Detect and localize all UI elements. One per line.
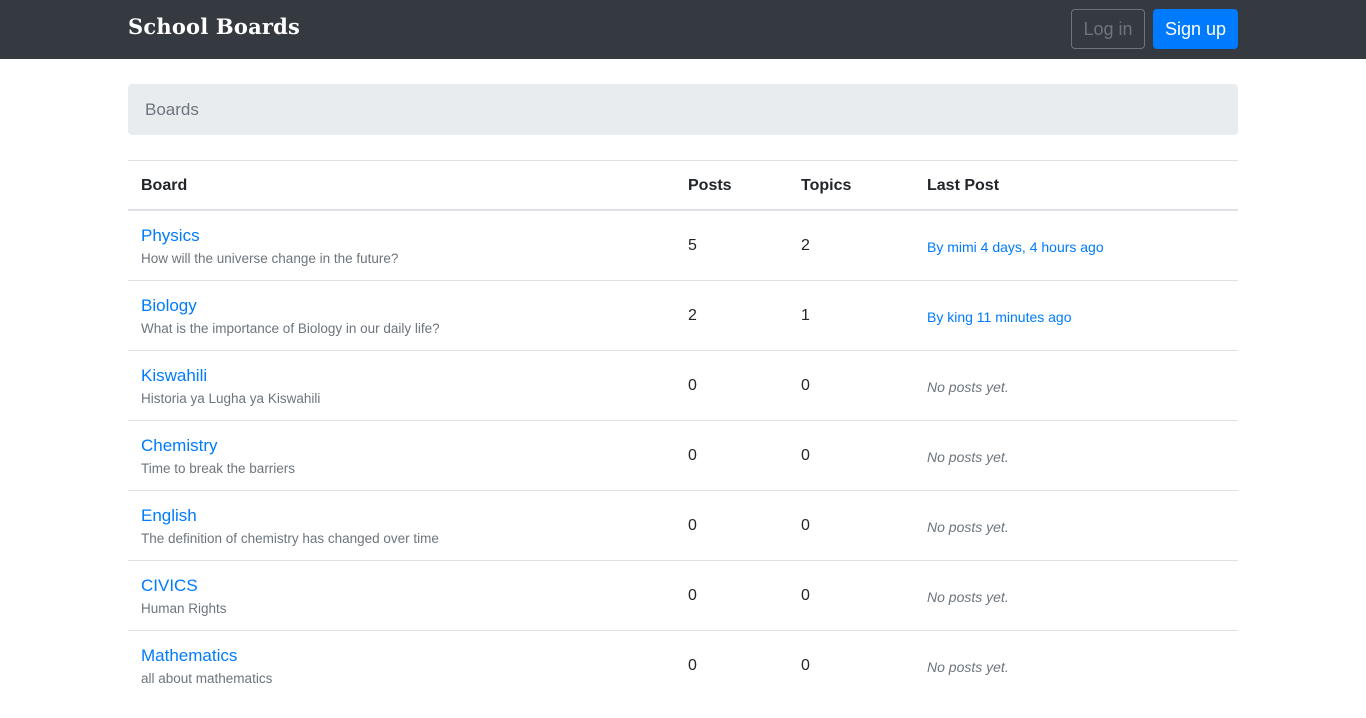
- header-board: Board: [141, 177, 188, 194]
- signup-button[interactable]: Sign up: [1153, 9, 1238, 49]
- posts-count: 0: [688, 657, 697, 674]
- board-cell: Mathematics all about mathematics: [141, 646, 272, 686]
- header-last-post: Last Post: [927, 177, 1000, 194]
- board-cell: Chemistry Time to break the barriers: [141, 436, 295, 476]
- table-row: Biology What is the importance of Biology…: [128, 281, 1238, 351]
- topics-count: 1: [801, 307, 810, 324]
- posts-count: 0: [688, 517, 697, 534]
- no-posts-text: No posts yet.: [927, 519, 1009, 535]
- board-link[interactable]: Mathematics: [141, 646, 272, 666]
- brand-logo[interactable]: School Boards: [128, 14, 300, 39]
- board-cell: Physics How will the universe change in t…: [141, 226, 398, 266]
- topics-count: 0: [801, 657, 810, 674]
- posts-count: 0: [688, 587, 697, 604]
- board-link[interactable]: Biology: [141, 296, 440, 316]
- posts-count: 5: [688, 237, 697, 254]
- board-description: Time to break the barriers: [141, 461, 296, 476]
- board-link[interactable]: CIVICS: [141, 576, 227, 596]
- last-post-link[interactable]: By mimi 4 days, 4 hours ago: [927, 239, 1104, 255]
- header-topics: Topics: [801, 177, 852, 194]
- board-description: Human Rights: [141, 601, 227, 616]
- table-header: Board Posts Topics Last Post: [128, 160, 1238, 211]
- topics-count: 0: [801, 587, 810, 604]
- breadcrumb: Boards: [128, 84, 1238, 135]
- last-post-link[interactable]: By king 11 minutes ago: [927, 309, 1072, 325]
- header-posts: Posts: [688, 177, 732, 194]
- posts-count: 0: [688, 377, 697, 394]
- board-link[interactable]: Physics: [141, 226, 398, 246]
- posts-count: 2: [688, 307, 697, 324]
- posts-count: 0: [688, 447, 697, 464]
- board-cell: Kiswahili Historia ya Lugha ya Kiswahili: [141, 366, 320, 406]
- table-row: CIVICS Human Rights 0 0 No posts yet.: [128, 561, 1238, 631]
- board-link[interactable]: Chemistry: [141, 436, 295, 456]
- table-row: Mathematics all about mathematics 0 0 No pos…: [128, 631, 1238, 701]
- no-posts-text: No posts yet.: [927, 589, 1009, 605]
- board-link[interactable]: English: [141, 506, 439, 526]
- board-description: The definition of chemistry has changed …: [141, 531, 439, 546]
- board-description: What is the importance of Biology in our…: [141, 321, 440, 336]
- no-posts-text: No posts yet.: [927, 659, 1009, 675]
- table-row: Physics How will the universe change in t…: [128, 211, 1238, 281]
- topics-count: 0: [801, 517, 810, 534]
- topics-count: 0: [801, 447, 810, 464]
- board-description: How will the universe change in the futu…: [141, 251, 399, 266]
- board-description: all about mathematics: [141, 671, 273, 686]
- table-body: Physics How will the universe change in t…: [128, 211, 1238, 701]
- no-posts-text: No posts yet.: [927, 449, 1009, 465]
- board-cell: CIVICS Human Rights: [141, 576, 227, 616]
- topics-count: 0: [801, 377, 810, 394]
- login-button[interactable]: Log in: [1071, 9, 1145, 49]
- table-row: English The definition of chemistry has c…: [128, 491, 1238, 561]
- boards-table: Board Posts Topics Last Post Physics How …: [128, 160, 1238, 701]
- board-description: Historia ya Lugha ya Kiswahili: [141, 391, 321, 406]
- board-cell: Biology What is the importance of Biology…: [141, 296, 440, 336]
- table-row: Chemistry Time to break the barriers 0 0 No …: [128, 421, 1238, 491]
- table-row: Kiswahili Historia ya Lugha ya Kiswahili 0…: [128, 351, 1238, 421]
- board-link[interactable]: Kiswahili: [141, 366, 320, 386]
- topics-count: 2: [801, 237, 810, 254]
- top-navbar: School Boards Log in Sign up: [0, 0, 1366, 59]
- board-cell: English The definition of chemistry has c…: [141, 506, 439, 546]
- breadcrumb-current: Boards: [145, 100, 199, 119]
- no-posts-text: No posts yet.: [927, 379, 1009, 395]
